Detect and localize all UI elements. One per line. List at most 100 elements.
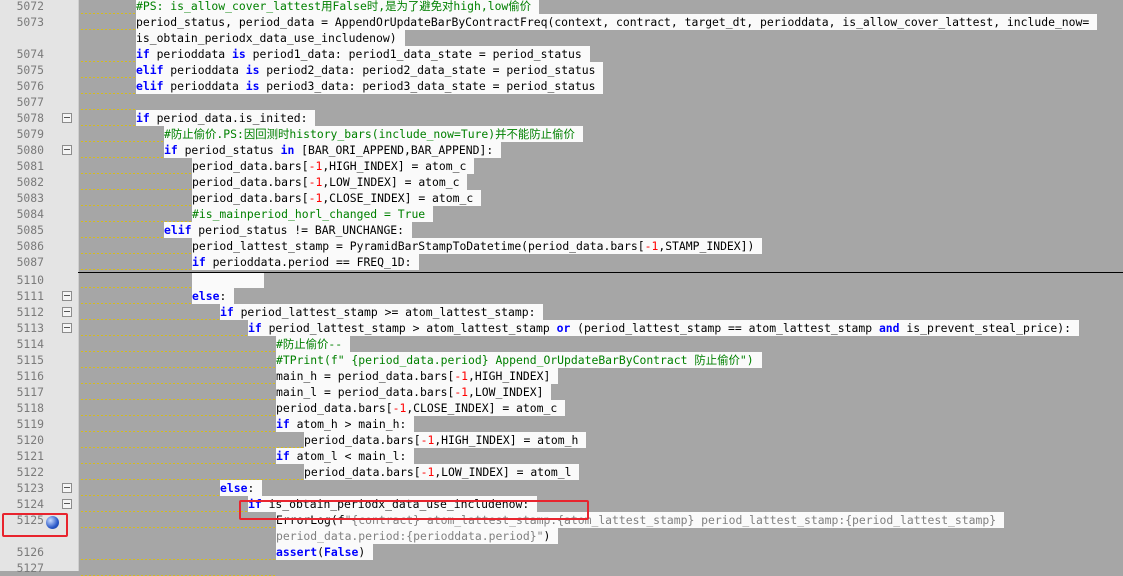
code-line[interactable]: 5072 #PS: is_allow_cover_lattest用False时,是… bbox=[0, 0, 1123, 14]
code-token: perioddata.period == FREQ_1D: bbox=[205, 255, 412, 269]
whitespace-indent-markers bbox=[80, 254, 192, 270]
code-line[interactable]: 5120 period_data.bars[-1,HIGH_INDEX] = at… bbox=[0, 432, 1123, 448]
code-line[interactable]: 5085 elif period_status != BAR_UNCHANGE: bbox=[0, 222, 1123, 238]
code-token: -1 bbox=[308, 159, 323, 173]
code-editor[interactable]: 5072 #PS: is_allow_cover_lattest用False时,是… bbox=[0, 0, 1123, 576]
line-number: 5112 bbox=[16, 305, 44, 319]
line-number: 5110 bbox=[16, 273, 44, 287]
whitespace-indent-markers bbox=[80, 190, 192, 206]
whitespace-indent-markers bbox=[80, 368, 276, 384]
code-token: ) bbox=[358, 545, 366, 559]
code-line[interactable]: 5115 #TPrint(f" {period_data.period} Appe… bbox=[0, 352, 1123, 368]
code-line[interactable]: 5119 if atom_h > main_h: bbox=[0, 416, 1123, 432]
line-number: 5080 bbox=[16, 143, 44, 157]
code-line[interactable]: 5075 elif perioddata is period2_data: per… bbox=[0, 62, 1123, 78]
line-number: 5083 bbox=[16, 191, 44, 205]
code-line[interactable]: 5081 period_data.bars[-1,HIGH_INDEX] = at… bbox=[0, 158, 1123, 174]
fold-collapse-icon[interactable] bbox=[62, 483, 72, 493]
fold-collapse-icon[interactable] bbox=[62, 307, 72, 317]
line-number: 5124 bbox=[16, 497, 44, 511]
code-line[interactable]: 5118 period_data.bars[-1,CLOSE_INDEX] = a… bbox=[0, 400, 1123, 416]
code-line[interactable]: 5116 main_h = period_data.bars[-1,HIGH_IN… bbox=[0, 368, 1123, 384]
whitespace-indent-markers bbox=[80, 480, 220, 496]
code-token: -1 bbox=[308, 175, 323, 189]
code-line[interactable]: 5087 if perioddata.period == FREQ_1D: bbox=[0, 254, 1123, 270]
code-line[interactable]: 5121 if atom_l < main_l: bbox=[0, 448, 1123, 464]
code-token: #PS: is_allow_cover_lattest用False时,是为了避免… bbox=[136, 0, 532, 13]
code-text: if perioddata is period1_data: period1_d… bbox=[136, 46, 590, 62]
code-text: elif perioddata is period2_data: period2… bbox=[136, 62, 604, 78]
code-line[interactable]: 5074 if perioddata is period1_data: perio… bbox=[0, 46, 1123, 62]
code-token: period2_data: period2_data_state = perio… bbox=[259, 63, 596, 77]
code-text: main_l = period_data.bars[-1,LOW_INDEX] bbox=[276, 384, 552, 400]
code-text: #防止偷价.PS:因回测时history_bars(include_now=Tu… bbox=[164, 126, 583, 142]
whitespace-indent-markers bbox=[80, 238, 192, 254]
code-token: period_lattest_stamp = PyramidBarStampTo… bbox=[192, 239, 645, 253]
code-line[interactable]: 5122 period_data.bars[-1,LOW_INDEX] = ato… bbox=[0, 464, 1123, 480]
code-line[interactable]: 5112 if period_lattest_stamp >= atom_latt… bbox=[0, 304, 1123, 320]
code-line[interactable]: is_obtain_periodx_data_use_includenow) bbox=[0, 30, 1123, 46]
code-line[interactable]: 5126 assert(False) bbox=[0, 544, 1123, 560]
code-line[interactable]: 5110 bbox=[0, 272, 1123, 288]
code-text: elif period_status != BAR_UNCHANGE: bbox=[164, 222, 413, 238]
code-token: is bbox=[245, 79, 260, 93]
code-token: perioddata bbox=[163, 79, 246, 93]
code-token: if bbox=[136, 47, 150, 61]
fold-collapse-icon[interactable] bbox=[62, 291, 72, 301]
code-text: #PS: is_allow_cover_lattest用False时,是为了避免… bbox=[136, 0, 540, 14]
code-line[interactable]: 5084 #is_mainperiod_horl_changed = True bbox=[0, 206, 1123, 222]
highlight-box-condition bbox=[239, 500, 589, 520]
fold-collapse-icon[interactable] bbox=[62, 145, 72, 155]
code-token: period_data.bars[ bbox=[304, 465, 421, 479]
code-token: -1 bbox=[454, 385, 469, 399]
line-number: 5121 bbox=[16, 449, 44, 463]
code-token: -1 bbox=[644, 239, 659, 253]
code-line[interactable]: 5079 #防止偷价.PS:因回测时history_bars(include_no… bbox=[0, 126, 1123, 142]
code-text: if period_status in [BAR_ORI_APPEND,BAR_… bbox=[164, 142, 502, 158]
code-line[interactable]: period_data.period:{perioddata.period}") bbox=[0, 528, 1123, 544]
code-token: elif bbox=[136, 79, 164, 93]
code-line[interactable]: 5078 if period_data.is_inited: bbox=[0, 110, 1123, 126]
whitespace-indent-markers bbox=[80, 464, 304, 480]
code-line[interactable]: 5082 period_data.bars[-1,LOW_INDEX] = ato… bbox=[0, 174, 1123, 190]
whitespace-indent-markers bbox=[80, 560, 276, 576]
code-line[interactable]: 5111 else: bbox=[0, 288, 1123, 304]
line-number: 5126 bbox=[16, 545, 44, 559]
code-line[interactable]: 5117 main_l = period_data.bars[-1,LOW_IND… bbox=[0, 384, 1123, 400]
line-number: 5111 bbox=[16, 289, 44, 303]
code-token: assert bbox=[276, 545, 318, 559]
code-token: perioddata bbox=[149, 47, 233, 61]
code-token: period_status, period_data = AppendOrUpd… bbox=[136, 15, 1090, 29]
code-token: is_prevent_steal_price): bbox=[899, 321, 1071, 335]
code-token: period_data.bars[ bbox=[192, 159, 309, 173]
code-line[interactable]: 5073 period_status, period_data = AppendO… bbox=[0, 14, 1123, 30]
fold-collapse-icon[interactable] bbox=[62, 499, 72, 509]
code-line[interactable]: 5076 elif perioddata is period3_data: per… bbox=[0, 78, 1123, 94]
code-line[interactable]: 5127 bbox=[0, 560, 1123, 576]
code-token: period3_data: period3_data_state = perio… bbox=[259, 79, 596, 93]
code-line[interactable]: 5083 period_data.bars[-1,CLOSE_INDEX] = a… bbox=[0, 190, 1123, 206]
fold-collapse-icon[interactable] bbox=[62, 323, 72, 333]
whitespace-indent-markers bbox=[80, 416, 276, 432]
code-token: #防止偷价-- bbox=[276, 337, 343, 351]
whitespace-indent-markers bbox=[80, 304, 220, 320]
code-line[interactable]: 5113 if period_lattest_stamp > atom_latte… bbox=[0, 320, 1123, 336]
code-token: atom_h > main_h: bbox=[289, 417, 407, 431]
code-line[interactable]: 5123 else: bbox=[0, 480, 1123, 496]
whitespace-indent-markers bbox=[80, 110, 136, 126]
wrap-indent bbox=[80, 528, 276, 544]
folded-region-separator bbox=[78, 272, 1123, 273]
fold-collapse-icon[interactable] bbox=[62, 113, 72, 123]
code-token: period_data.period:{perioddata.period}" bbox=[276, 529, 544, 543]
code-line[interactable]: 5080 if period_status in [BAR_ORI_APPEND,… bbox=[0, 142, 1123, 158]
line-number: 5115 bbox=[16, 353, 44, 367]
code-token: ,LOW_INDEX] = atom_c bbox=[322, 175, 460, 189]
code-text: period_status, period_data = AppendOrUpd… bbox=[136, 14, 1098, 30]
code-line[interactable]: 5086 period_lattest_stamp = PyramidBarSta… bbox=[0, 238, 1123, 254]
whitespace-indent-markers bbox=[80, 272, 192, 288]
code-text: period_data.bars[-1,LOW_INDEX] = atom_c bbox=[192, 174, 468, 190]
code-text: if period_lattest_stamp >= atom_lattest_… bbox=[220, 304, 544, 320]
code-line[interactable]: 5077 bbox=[0, 94, 1123, 110]
code-text: if atom_l < main_l: bbox=[276, 448, 415, 464]
code-line[interactable]: 5114 #防止偷价-- bbox=[0, 336, 1123, 352]
